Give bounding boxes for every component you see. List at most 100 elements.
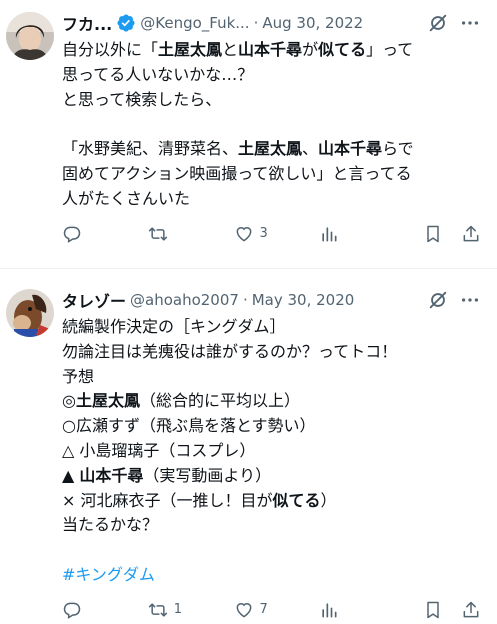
share-button[interactable] (461, 600, 481, 620)
like-count: 3 (259, 226, 268, 242)
like-button[interactable]: 3 (234, 224, 274, 244)
retweet-button[interactable] (148, 224, 188, 244)
retweet-count: 1 (173, 602, 183, 618)
like-count: 7 (259, 602, 268, 618)
avatar[interactable] (6, 12, 54, 60)
views-chart-icon (322, 226, 337, 242)
highlighted-keyword: 似てる (272, 490, 321, 510)
text-segment: 人がたくさんいた (62, 188, 191, 208)
hashtag-link[interactable]: #キングダム (62, 565, 155, 584)
text-segment: 当たるかな？ (62, 515, 159, 535)
tweet[interactable]: フカ... @Kengo_Fuk... · Aug 30, 2022 自分以外に… (0, 0, 497, 268)
text-segment: 勿論注目は羌瘣役は誰がするのか？ってトコ！ (62, 341, 398, 361)
text-segment: 予想 (62, 366, 95, 386)
text-line: 「水野美紀、清野菜名、土屋太鳳、山本千尋らで (62, 137, 481, 162)
text-segment: 固めてアクション映画撮って欲しい」と言ってる (62, 163, 412, 183)
avatar[interactable] (6, 289, 54, 337)
retweet-icon (148, 603, 167, 617)
highlighted-keyword: 土屋太鳳 (158, 40, 223, 59)
user-handle[interactable]: @Kengo_Fuk... (140, 14, 249, 32)
reply-icon (63, 602, 81, 619)
views-button[interactable] (319, 600, 359, 620)
text-segment: ▲ (62, 465, 80, 485)
verified-badge-icon (117, 14, 135, 32)
tweet-date[interactable]: May 30, 2020 (252, 291, 355, 309)
text-line: 人がたくさんいた (62, 187, 481, 212)
text-segment: 」って (366, 40, 414, 59)
text-segment: ◎ (62, 391, 76, 411)
text-line (62, 538, 481, 563)
text-segment: ） (320, 490, 337, 510)
text-segment: 、 (302, 139, 319, 159)
separator: · (253, 14, 259, 32)
tweet-header: タレゾー @ahoaho2007 · May 30, 2020 (62, 289, 481, 311)
tweet-actions: 3 (62, 224, 481, 244)
heart-icon (236, 226, 251, 242)
reply-button[interactable] (62, 600, 102, 620)
text-segment: （総合的に平均以上） (139, 391, 300, 411)
highlighted-keyword: 土屋太鳳 (75, 391, 140, 411)
text-segment: 自分以外に「 (62, 40, 159, 59)
share-icon (463, 225, 479, 241)
more-options-icon[interactable] (459, 289, 481, 311)
retweet-button[interactable]: 1 (148, 600, 188, 620)
text-segment: ○広瀬すず（飛ぶ鳥を落とす勢い） (62, 416, 316, 436)
text-segment: × 河北麻衣子（一推し！目が (62, 490, 273, 510)
reply-icon (63, 226, 81, 243)
text-segment: と思って検索したら、 (62, 89, 222, 109)
text-segment: △ 小島瑠璃子（コスプレ） (62, 440, 256, 460)
grok-icon[interactable] (427, 289, 449, 311)
more-options-icon[interactable] (459, 12, 481, 34)
text-line: 固めてアクション映画撮って欲しい」と言ってる (62, 162, 481, 187)
text-line: 当たるかな？ (62, 513, 481, 538)
user-handle[interactable]: @ahoaho2007 (130, 291, 239, 309)
tweet-header: フカ... @Kengo_Fuk... · Aug 30, 2022 (62, 12, 481, 34)
tweet-text: 自分以外に「土屋太鳳と山本千尋が似てる」って 思ってる人いないかな…？ と思って検索… (62, 38, 481, 212)
text-line: ◎土屋太鳳（総合的に平均以上） (62, 389, 481, 414)
text-segment: （実写動画より） (143, 465, 272, 485)
bookmark-button[interactable] (423, 600, 443, 620)
text-segment: 「水野美紀、清野菜名、 (62, 139, 239, 159)
text-line: と思って検索したら、 (62, 88, 481, 113)
horse-plush-avatar-icon (6, 289, 54, 337)
text-line: 予想 (62, 365, 481, 390)
text-line: ▲ 山本千尋（実写動画より） (62, 464, 481, 489)
text-line: 勿論注目は羌瘣役は誰がするのか？ってトコ！ (62, 340, 481, 365)
highlighted-keyword: 山本千尋 (79, 465, 144, 485)
text-line: #キングダム (62, 563, 481, 588)
views-chart-icon (322, 603, 337, 618)
heart-icon (236, 602, 251, 618)
text-segment: と (222, 40, 239, 59)
display-name[interactable]: タレゾー (62, 288, 126, 312)
tweet-text: 続編製作決定の［キングダム］ 勿論注目は羌瘣役は誰がするのか？ってトコ！ 予想 ◎土屋… (62, 315, 481, 588)
text-segment: らで (382, 139, 414, 159)
like-button[interactable]: 7 (234, 600, 274, 620)
bookmark-icon (427, 601, 439, 619)
person-avatar-icon (6, 12, 54, 60)
reply-button[interactable] (62, 224, 102, 244)
highlighted-keyword: 山本千尋 (238, 40, 303, 59)
text-line: 続編製作決定の［キングダム］ (62, 315, 481, 340)
tweet[interactable]: タレゾー @ahoaho2007 · May 30, 2020 続編製作決定の［… (0, 269, 497, 624)
text-line (62, 112, 481, 137)
highlighted-keyword: 似てる (318, 40, 367, 59)
bookmark-button[interactable] (423, 224, 443, 244)
timeline-feed: フカ... @Kengo_Fuk... · Aug 30, 2022 自分以外に… (0, 0, 497, 624)
text-line: △ 小島瑠璃子（コスプレ） (62, 439, 481, 464)
text-line: 思ってる人いないかな…？ (62, 63, 481, 88)
text-segment: 続編製作決定の［キングダム］ (62, 317, 286, 336)
separator: · (242, 291, 248, 309)
views-button[interactable] (319, 224, 359, 244)
tweet-date[interactable]: Aug 30, 2022 (262, 14, 363, 32)
grok-icon[interactable] (427, 12, 449, 34)
text-segment: 思ってる人いないかな…？ (62, 64, 254, 84)
bookmark-icon (427, 225, 439, 242)
highlighted-keyword: 山本千尋 (318, 139, 383, 159)
share-button[interactable] (461, 224, 481, 244)
text-line: 自分以外に「土屋太鳳と山本千尋が似てる」って (62, 38, 481, 63)
tweet-actions: 1 7 (62, 600, 481, 620)
text-segment: が (302, 40, 319, 59)
display-name[interactable]: フカ... (62, 11, 112, 35)
retweet-icon (148, 226, 167, 241)
highlighted-keyword: 土屋太鳳 (238, 139, 303, 159)
